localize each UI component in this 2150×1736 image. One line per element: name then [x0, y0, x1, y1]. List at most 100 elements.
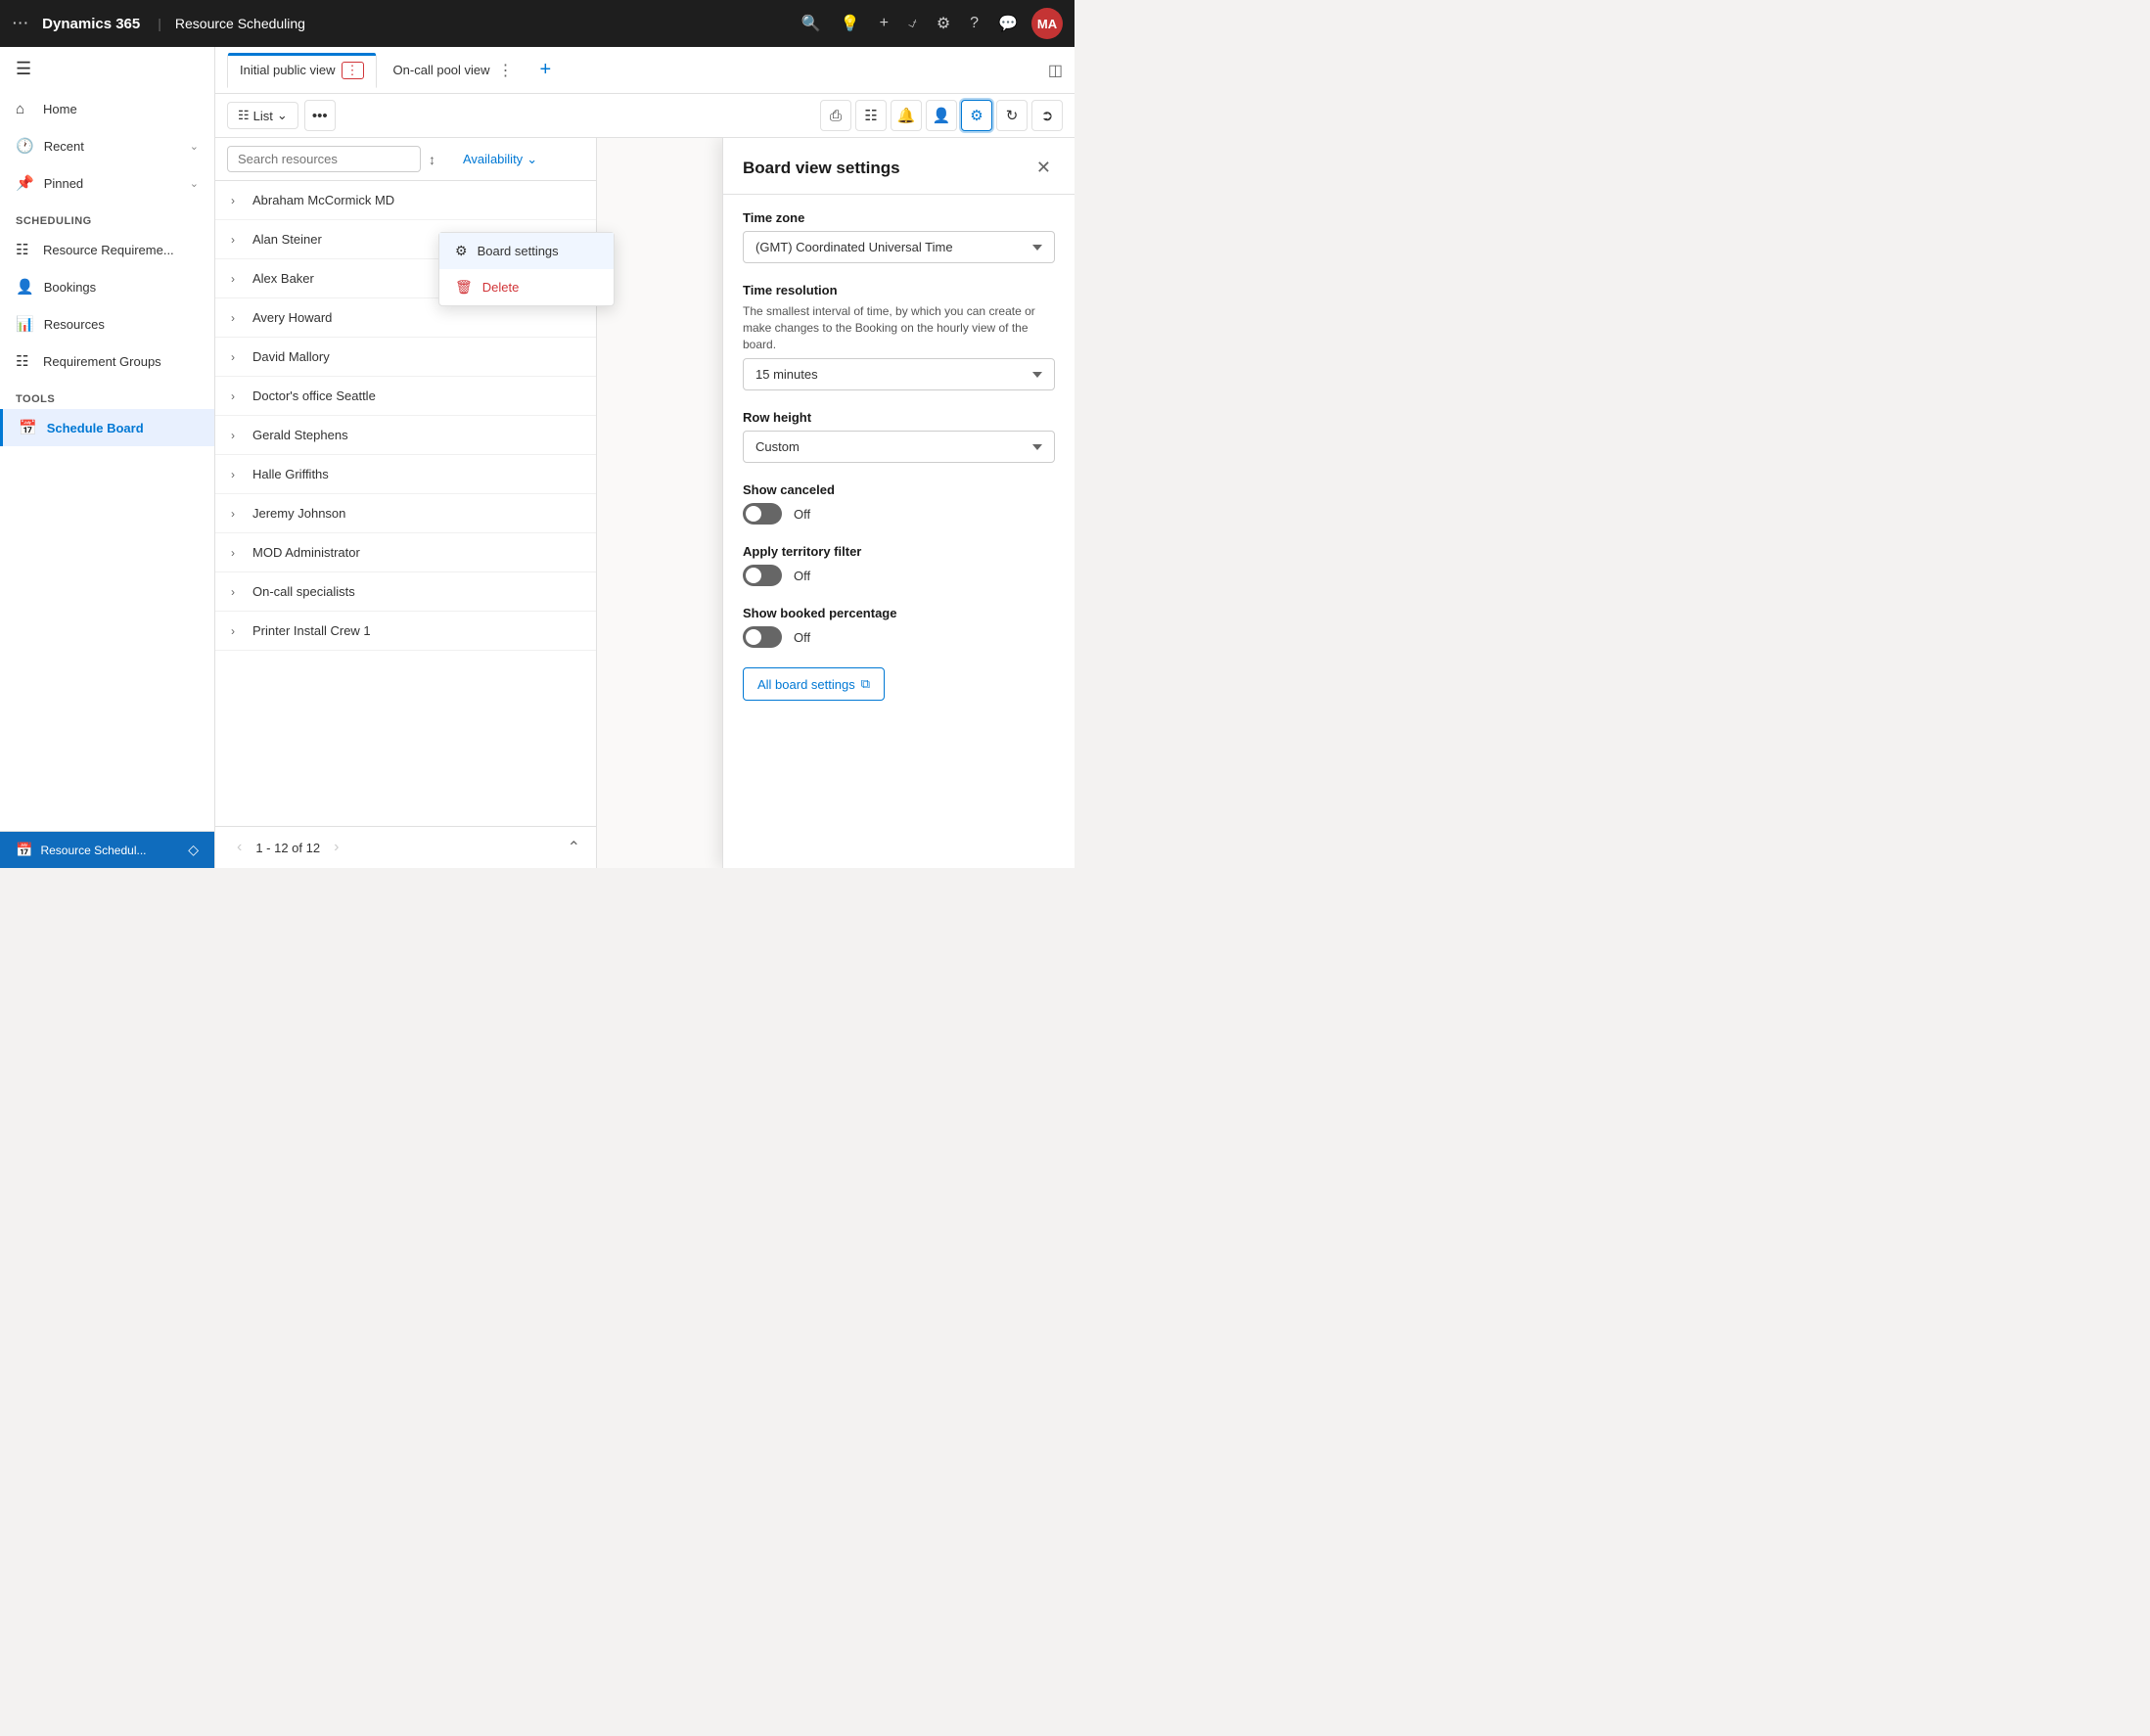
sidebar-item-schedule-board[interactable]: 📅 Schedule Board — [0, 409, 214, 446]
row-height-select[interactable]: Custom — [743, 431, 1055, 463]
sidebar-item-resource-requirements[interactable]: ☷ Resource Requireme... — [0, 231, 214, 268]
sidebar-item-recent[interactable]: 🕐 Recent ⌄ — [0, 127, 214, 164]
row-expand-icon: › — [231, 429, 243, 442]
collapse-icon[interactable]: ⌃ — [568, 838, 580, 857]
settings-nav-icon[interactable]: ⚙ — [931, 10, 956, 37]
delete-menu-icon: 🗑 — [455, 279, 473, 296]
apply-territory-toggle-thumb — [746, 568, 761, 583]
list-icon: ☷ — [238, 108, 250, 123]
resource-name: Alan Steiner — [252, 232, 322, 247]
tab-bar-right-icon[interactable]: ◫ — [1048, 61, 1063, 80]
tab-oncall-menu-icon[interactable]: ⋮ — [496, 61, 516, 80]
list-item[interactable]: › MOD Administrator — [215, 533, 596, 572]
list-item[interactable]: › Printer Install Crew 1 — [215, 612, 596, 651]
sidebar-item-bookings[interactable]: 👤 Bookings — [0, 268, 214, 305]
apply-territory-field: Apply territory filter Off — [743, 544, 1055, 586]
board-settings-icon[interactable]: ⚙ — [961, 100, 992, 131]
list-item[interactable]: › On-call specialists — [215, 572, 596, 612]
row-height-label: Row height — [743, 410, 1055, 425]
availability-header: Availability ⌄ — [451, 152, 584, 167]
show-canceled-toggle[interactable] — [743, 503, 782, 525]
tab-initial-menu-icon[interactable]: ⋮ — [342, 62, 364, 79]
prev-page-button[interactable]: ‹ — [231, 837, 248, 858]
app-grid-icon[interactable]: ⋅⋅⋅ — [12, 14, 28, 34]
apply-territory-toggle[interactable] — [743, 565, 782, 586]
list-item[interactable]: › Halle Griffiths — [215, 455, 596, 494]
sidebar-item-home[interactable]: ⌂ Home — [0, 91, 214, 127]
apply-territory-toggle-row: Off — [743, 565, 1055, 586]
timeline-view-icon[interactable]: ☷ — [855, 100, 887, 131]
add-icon[interactable]: + — [874, 11, 894, 36]
resource-name: Printer Install Crew 1 — [252, 623, 371, 638]
context-menu: ⚙ Board settings 🗑 Delete — [438, 232, 615, 306]
ellipsis-icon: ••• — [312, 108, 328, 124]
help-icon[interactable]: ? — [964, 11, 984, 36]
all-board-settings-link[interactable]: All board settings ⧉ — [743, 667, 885, 701]
filter-resources-icon[interactable]: 👤 — [926, 100, 957, 131]
sidebar-item-pinned[interactable]: 📌 Pinned ⌄ — [0, 164, 214, 202]
filter-icon[interactable]: ⍻ — [902, 11, 923, 36]
top-nav: ⋅⋅⋅ Dynamics 365 | Resource Scheduling 🔍… — [0, 0, 1075, 47]
show-booked-toggle-thumb — [746, 629, 761, 645]
resource-name: Alex Baker — [252, 271, 314, 286]
alert-icon[interactable]: 🔔 — [891, 100, 922, 131]
search-input[interactable] — [227, 146, 421, 172]
time-resolution-select[interactable]: 15 minutes — [743, 358, 1055, 390]
toolbar-right: ⎙ ☷ 🔔 👤 ⚙ ↻ ➲ — [820, 100, 1063, 131]
context-menu-board-settings[interactable]: ⚙ Board settings — [439, 233, 614, 269]
list-item[interactable]: › Doctor's office Seattle — [215, 377, 596, 416]
list-item[interactable]: › Jeremy Johnson — [215, 494, 596, 533]
sidebar-req-groups-label: Requirement Groups — [43, 354, 161, 369]
sidebar-item-resources[interactable]: 📊 Resources — [0, 305, 214, 343]
avatar[interactable]: MA — [1031, 8, 1063, 39]
resource-name: Jeremy Johnson — [252, 506, 345, 521]
chat-icon[interactable]: 💬 — [992, 10, 1024, 37]
recent-icon: 🕐 — [16, 137, 34, 155]
list-view-button[interactable]: ☷ List ⌄ — [227, 102, 298, 129]
list-item[interactable]: › Gerald Stephens — [215, 416, 596, 455]
show-canceled-toggle-label: Off — [794, 507, 810, 522]
sidebar-item-requirement-groups[interactable]: ☷ Requirement Groups — [0, 343, 214, 380]
hamburger-icon[interactable]: ☰ — [0, 47, 214, 91]
settings-title: Board view settings — [743, 159, 1032, 178]
tab-bar: Initial public view ⋮ On-call pool view … — [215, 47, 1075, 94]
context-menu-delete[interactable]: 🗑 Delete — [439, 269, 614, 305]
row-expand-icon: › — [231, 468, 243, 481]
sort-icon[interactable]: ↕ — [429, 152, 435, 167]
availability-label[interactable]: Availability ⌄ — [463, 152, 537, 167]
expand-icon[interactable]: ➲ — [1031, 100, 1063, 131]
tab-active-indicator — [228, 53, 376, 56]
sidebar-resources-label: Resources — [44, 317, 105, 332]
search-icon[interactable]: 🔍 — [796, 10, 827, 37]
resource-name: Halle Griffiths — [252, 467, 329, 481]
tab-initial-public-view[interactable]: Initial public view ⋮ — [227, 53, 377, 88]
resource-name: David Mallory — [252, 349, 330, 364]
external-link-icon: ⧉ — [861, 676, 870, 692]
lightbulb-icon[interactable]: 💡 — [835, 10, 866, 37]
list-item[interactable]: › Abraham McCormick MD — [215, 181, 596, 220]
refresh-icon[interactable]: ↻ — [996, 100, 1028, 131]
row-expand-icon: › — [231, 624, 243, 638]
list-item[interactable]: › David Mallory — [215, 338, 596, 377]
show-booked-toggle[interactable] — [743, 626, 782, 648]
pinned-chevron: ⌄ — [190, 177, 199, 190]
timezone-select[interactable]: (GMT) Coordinated Universal Time — [743, 231, 1055, 263]
sidebar-pinned-label: Pinned — [44, 176, 83, 191]
more-options-button[interactable]: ••• — [304, 100, 336, 131]
add-tab-button[interactable]: + — [532, 59, 560, 81]
apply-territory-label: Apply territory filter — [743, 544, 1055, 559]
delete-menu-label: Delete — [482, 280, 520, 295]
print-icon[interactable]: ⎙ — [820, 100, 851, 131]
sidebar-recent-label: Recent — [44, 139, 84, 154]
settings-close-button[interactable]: ✕ — [1032, 154, 1055, 182]
timezone-label: Time zone — [743, 210, 1055, 225]
tab-oncall-pool-view[interactable]: On-call pool view ⋮ — [381, 52, 528, 89]
resources-icon: 📊 — [16, 315, 34, 333]
show-canceled-field: Show canceled Off — [743, 482, 1055, 525]
req-groups-icon: ☷ — [16, 352, 33, 370]
board-area: ↕ Availability ⌄ › Abraham McCormick MD — [215, 138, 1075, 868]
toolbar: ☷ List ⌄ ••• ⎙ ☷ 🔔 👤 ⚙ ↻ ➲ — [215, 94, 1075, 138]
app-footer[interactable]: 📅 Resource Schedul... ◇ — [0, 831, 214, 868]
scheduling-section-label: Scheduling — [0, 202, 214, 231]
next-page-button[interactable]: › — [328, 837, 344, 858]
